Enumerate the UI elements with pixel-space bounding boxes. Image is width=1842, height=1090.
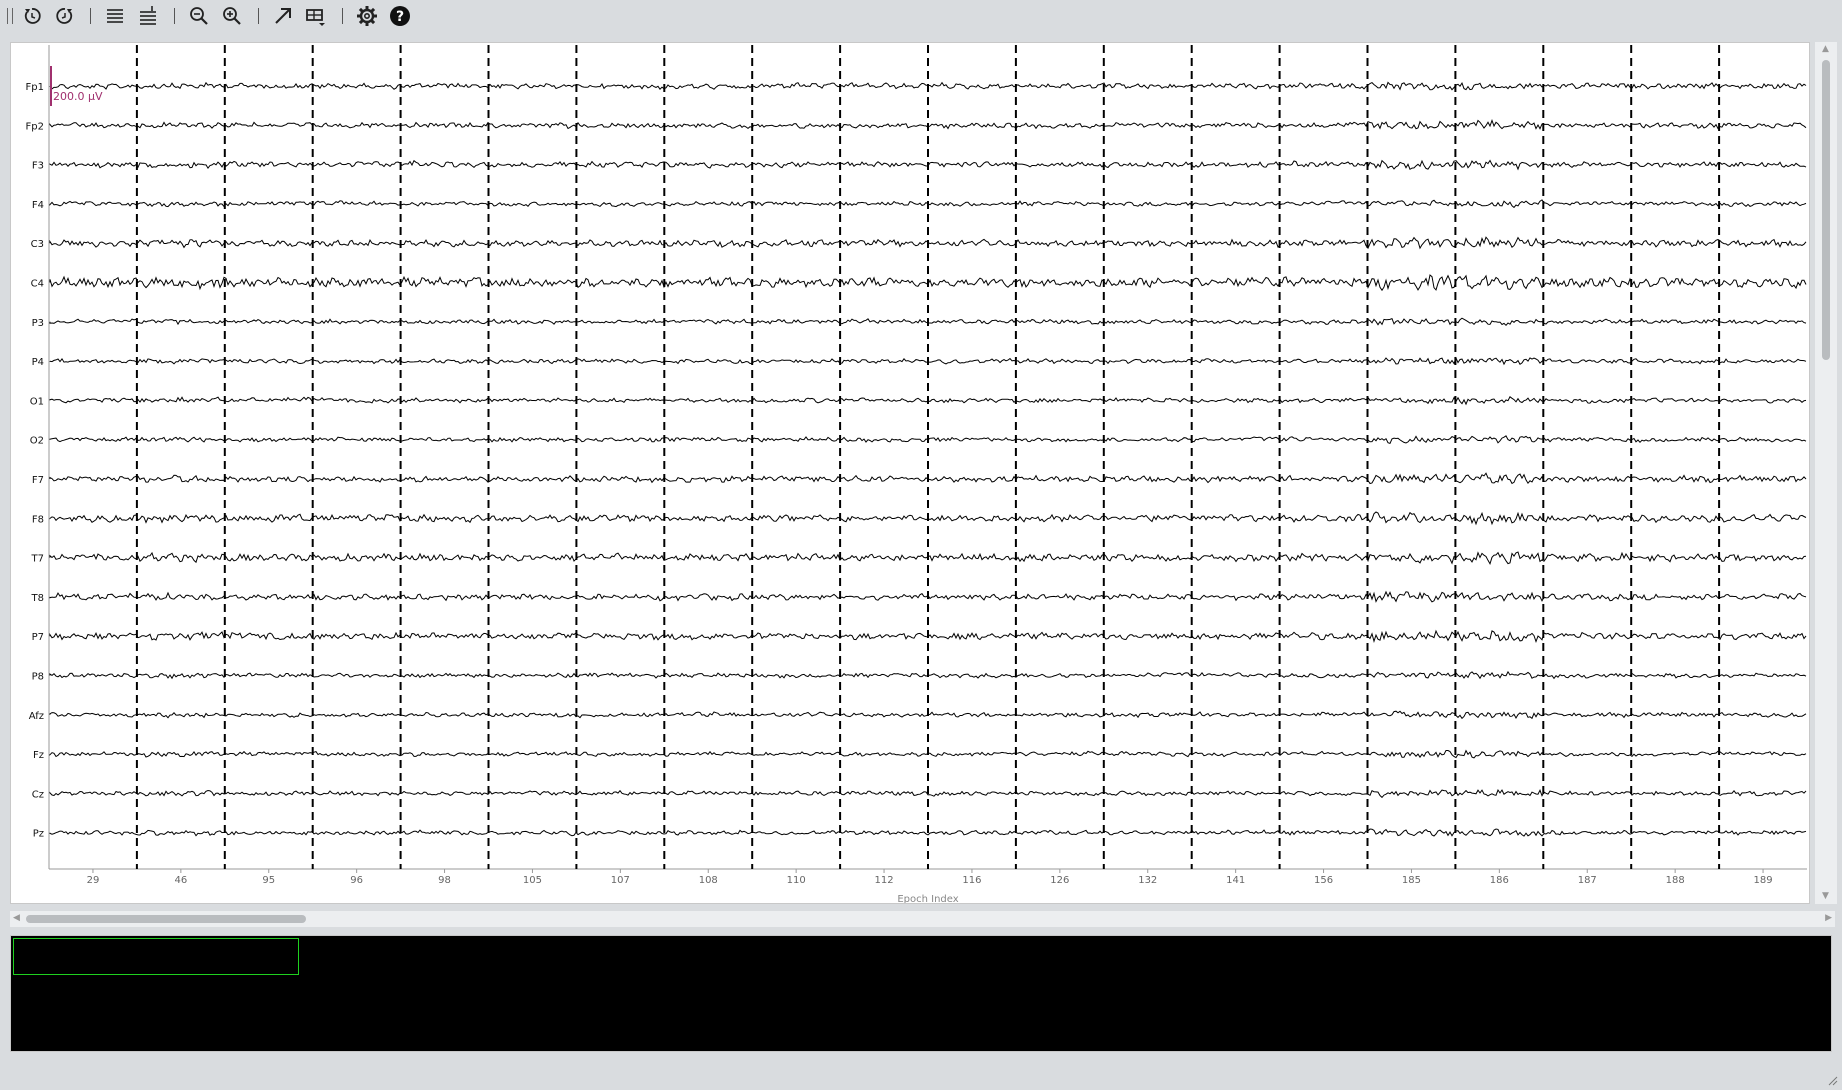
rotate-back-icon <box>24 8 41 24</box>
scroll-up-arrow[interactable]: ▲ <box>1822 45 1829 54</box>
channel-label: Afz <box>29 711 44 722</box>
channel-label: O2 <box>30 436 44 447</box>
channel-label: T7 <box>31 554 44 565</box>
help-button[interactable]: ? <box>387 3 413 29</box>
x-tick-label: 116 <box>962 875 981 886</box>
x-tick-label: 105 <box>523 875 542 886</box>
toolbar-separator <box>174 8 175 24</box>
channel-label: Fp2 <box>26 121 44 132</box>
channel-label: T8 <box>31 593 44 604</box>
channel-label: Pz <box>33 829 44 840</box>
channel-label: F3 <box>32 161 44 172</box>
gear-icon <box>357 6 377 26</box>
channel-label: Fp1 <box>26 82 44 93</box>
history-back-button[interactable] <box>19 3 45 29</box>
x-tick-label: 110 <box>787 875 806 886</box>
zoom-in-button[interactable] <box>219 3 245 29</box>
channel-label: C4 <box>31 279 44 290</box>
projection-menu-button[interactable] <box>303 3 329 29</box>
channel-label: Fz <box>33 750 44 761</box>
scroll-left-arrow[interactable]: ◀ <box>13 914 20 923</box>
x-tick-label: 95 <box>262 875 275 886</box>
horizontal-scrollbar[interactable]: ◀ ▶ <box>10 911 1835 927</box>
x-tick-label: 126 <box>1050 875 1069 886</box>
channel-label: C3 <box>31 239 44 250</box>
overview-panel[interactable] <box>10 935 1832 1052</box>
lines-plus-icon <box>140 6 156 25</box>
toolbar-separator <box>258 8 259 24</box>
overview-view-window[interactable] <box>13 938 299 975</box>
x-tick-label: 188 <box>1666 875 1685 886</box>
x-tick-label: 108 <box>699 875 718 886</box>
x-tick-label: 186 <box>1490 875 1509 886</box>
x-tick-label: 185 <box>1402 875 1421 886</box>
channel-label: Cz <box>32 789 44 800</box>
x-tick-label: 29 <box>87 875 100 886</box>
eeg-plot[interactable]: Fp1 Fp2 F3 F4 C3 C4 P3 P4 O1 O2 F7 F8 T7 T8 P7 P8 Afz Fz C… <box>11 43 1809 905</box>
channel-label: F8 <box>32 514 44 525</box>
channel-label: P7 <box>32 632 44 643</box>
rotate-forward-icon <box>56 8 73 24</box>
eeg-plot-panel[interactable]: Fp1 Fp2 F3 F4 C3 C4 P3 P4 O1 O2 F7 F8 T7 T8 P7 P8 Afz Fz C… <box>10 42 1810 905</box>
resize-grip-icon[interactable] <box>1826 1074 1838 1086</box>
decrease-channels-button[interactable] <box>102 3 128 29</box>
help-icon: ? <box>390 6 410 26</box>
settings-button[interactable] <box>354 3 380 29</box>
x-tick-label: 187 <box>1578 875 1597 886</box>
x-tick-label: 46 <box>174 875 187 886</box>
horizontal-scroll-thumb[interactable] <box>26 915 306 923</box>
scale-bar-label: 200.0 µV <box>53 90 103 103</box>
zoom-out-button[interactable] <box>186 3 212 29</box>
x-tick-label: 132 <box>1138 875 1157 886</box>
toolbar-separator <box>90 8 91 24</box>
increase-channels-button[interactable] <box>135 3 161 29</box>
x-axis-label: Epoch Index <box>897 894 958 903</box>
scroll-down-arrow[interactable]: ▼ <box>1822 892 1829 901</box>
jump-button[interactable] <box>270 3 296 29</box>
channel-label: P4 <box>32 357 44 368</box>
x-tick-label: 156 <box>1314 875 1333 886</box>
svg-text:?: ? <box>396 9 404 25</box>
vertical-scrollbar[interactable]: ▲ ▼ <box>1815 42 1837 904</box>
x-tick-label: 96 <box>350 875 363 886</box>
status-bar <box>0 1062 1842 1090</box>
x-tick-label: 107 <box>611 875 630 886</box>
toolbar-grip[interactable] <box>7 8 13 24</box>
channel-label: P3 <box>32 318 44 329</box>
lines-icon <box>107 9 123 23</box>
zoom-in-icon <box>223 7 241 25</box>
channel-label: P8 <box>32 672 44 683</box>
arrow-up-right-icon <box>275 8 291 24</box>
toolbar-separator <box>342 8 343 24</box>
channel-label: F7 <box>32 475 44 486</box>
x-tick-label: 112 <box>875 875 894 886</box>
channel-label: O1 <box>30 396 44 407</box>
channel-label: F4 <box>32 200 44 211</box>
table-dropdown-icon <box>306 9 325 26</box>
x-tick-label: 141 <box>1226 875 1245 886</box>
x-tick-label: 98 <box>438 875 451 886</box>
history-forward-button[interactable] <box>52 3 78 29</box>
x-tick-label: 189 <box>1754 875 1773 886</box>
toolbar: ? <box>0 0 1842 31</box>
zoom-out-icon <box>190 7 208 25</box>
vertical-scroll-thumb[interactable] <box>1822 60 1830 360</box>
scroll-right-arrow[interactable]: ▶ <box>1825 914 1832 923</box>
